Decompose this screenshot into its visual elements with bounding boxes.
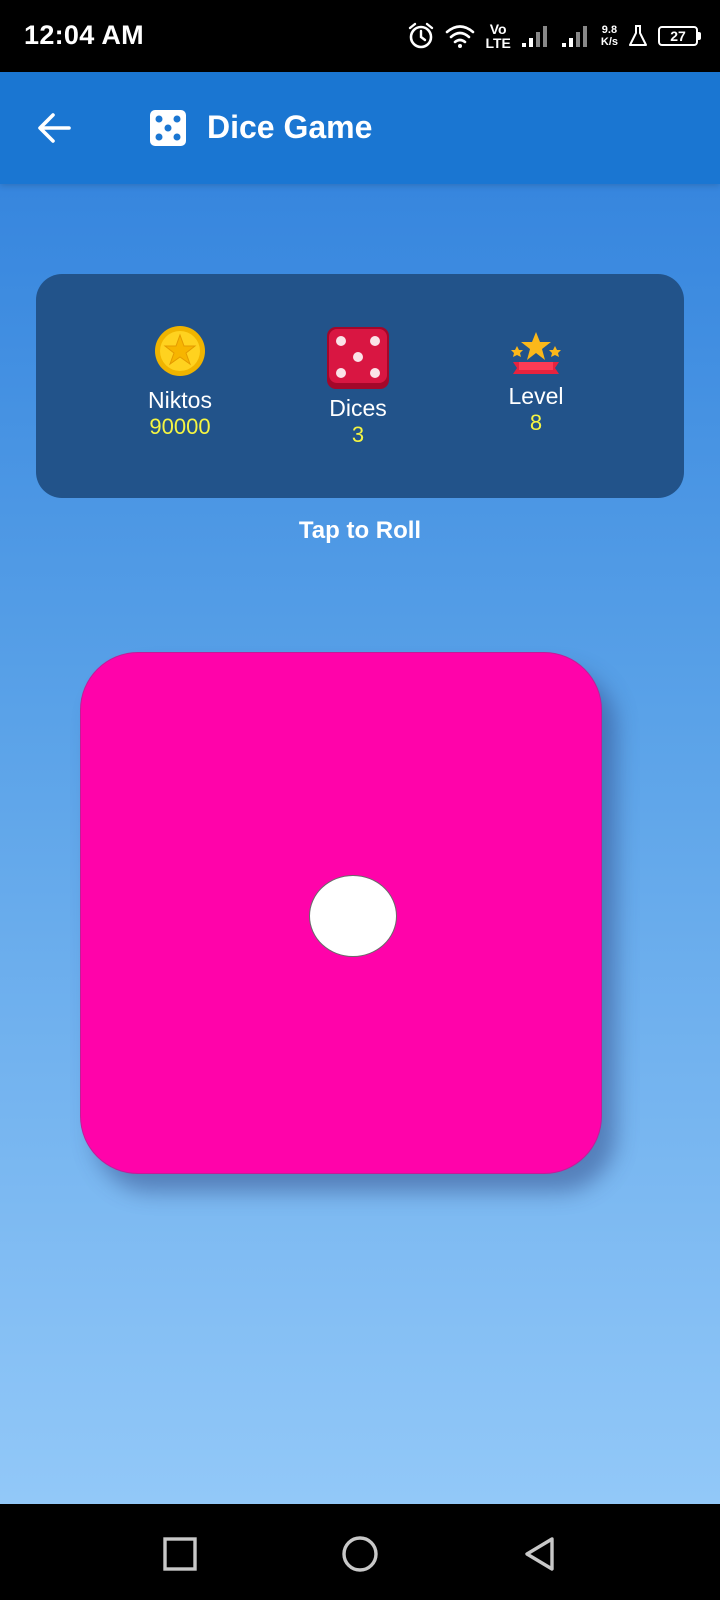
red-dice-icon bbox=[327, 327, 389, 389]
system-nav-bar bbox=[0, 1504, 720, 1600]
volte-indicator: Vo LTE bbox=[485, 22, 510, 50]
flask-icon bbox=[628, 24, 648, 48]
net-speed-value: 9.8 bbox=[601, 24, 618, 36]
stars-ribbon-icon bbox=[511, 332, 561, 374]
page-title: Dice Game bbox=[207, 109, 373, 145]
back-button[interactable] bbox=[32, 106, 76, 150]
battery-icon: 27 bbox=[658, 26, 701, 46]
dice-icon bbox=[150, 110, 186, 146]
status-time: 12:04 AM bbox=[24, 20, 144, 50]
recents-button[interactable] bbox=[158, 1532, 202, 1576]
stat-level-label: Level bbox=[508, 383, 564, 409]
dice-roll-button[interactable] bbox=[80, 652, 602, 1174]
square-icon bbox=[163, 1537, 197, 1571]
volte-top-text: Vo bbox=[489, 21, 507, 37]
stat-coins-label: Niktos bbox=[148, 387, 212, 413]
app-area: Dice Game Niktos 90000 Dices 3 Level 8 T… bbox=[0, 72, 720, 1504]
coin-star-icon bbox=[155, 326, 205, 376]
status-bar: 12:04 AM Vo LTE 9.8 K/s 27 bbox=[0, 0, 720, 72]
stat-level-value: 8 bbox=[529, 410, 543, 435]
signal-icon-1 bbox=[521, 24, 551, 48]
stat-dices: Dices 3 bbox=[306, 326, 410, 448]
stat-coins-value: 90000 bbox=[149, 414, 211, 439]
net-speed-unit: K/s bbox=[600, 36, 618, 48]
stats-card: Niktos 90000 Dices 3 Level 8 bbox=[36, 274, 684, 498]
stat-coins: Niktos 90000 bbox=[130, 324, 230, 440]
tap-to-roll-label: Tap to Roll bbox=[298, 517, 422, 544]
stat-dices-value: 3 bbox=[351, 422, 365, 447]
dice-pip bbox=[309, 875, 397, 957]
net-speed: 9.8 K/s bbox=[601, 24, 618, 48]
app-bar: Dice Game bbox=[0, 72, 720, 184]
wifi-icon bbox=[445, 23, 475, 49]
triangle-back-icon bbox=[525, 1537, 554, 1571]
home-button[interactable] bbox=[338, 1532, 382, 1576]
status-icons: Vo LTE 9.8 K/s 27 bbox=[407, 18, 701, 54]
nav-back-button[interactable] bbox=[518, 1532, 562, 1576]
signal-icon-2 bbox=[561, 24, 591, 48]
alarm-icon bbox=[407, 22, 435, 50]
stat-dices-label: Dices bbox=[329, 395, 387, 421]
circle-icon bbox=[342, 1536, 378, 1572]
volte-bottom-text: LTE bbox=[485, 35, 511, 51]
stat-level: Level 8 bbox=[486, 330, 586, 436]
arrow-left-icon bbox=[38, 113, 71, 143]
